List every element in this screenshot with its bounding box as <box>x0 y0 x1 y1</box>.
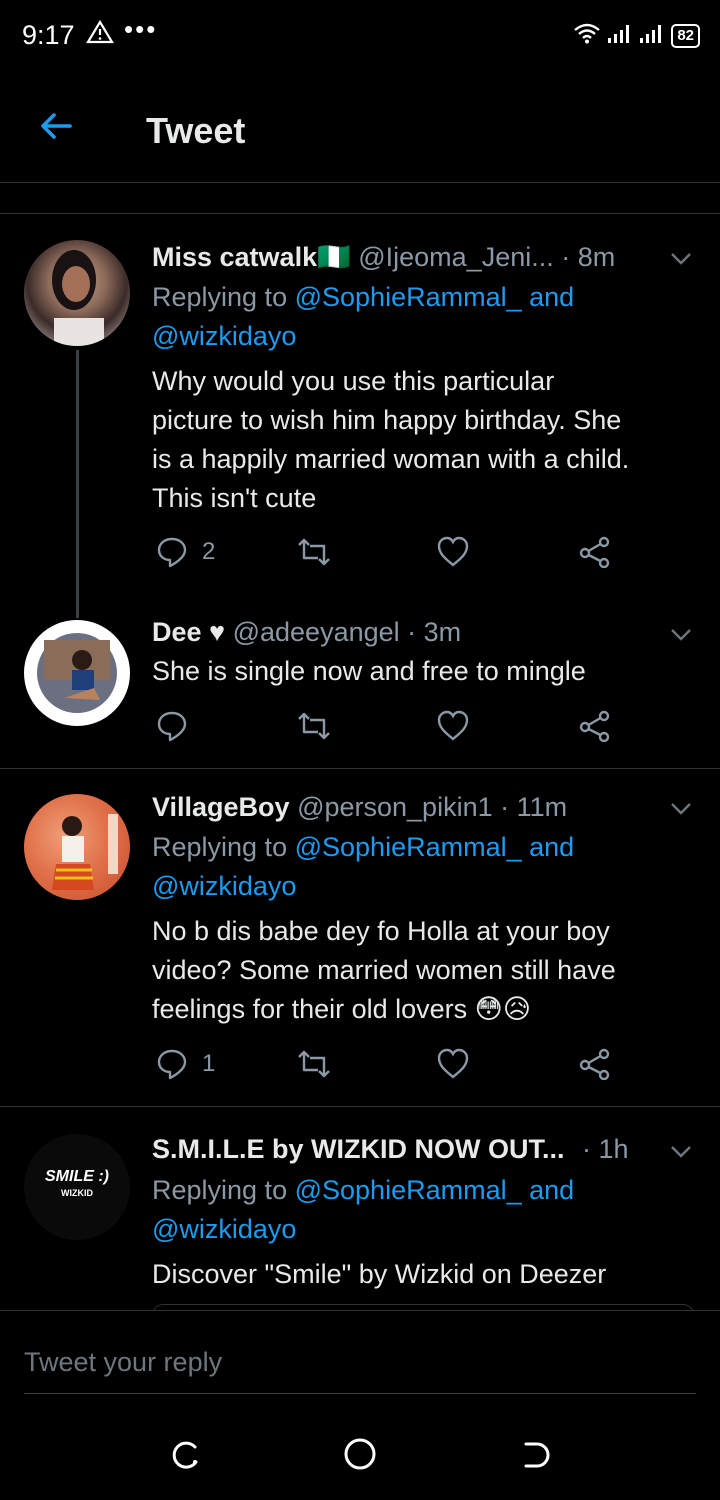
tweet-text-line: is a happily married woman with a child. <box>152 444 630 474</box>
tweet-text-line: Why would you use this particular <box>152 366 555 396</box>
tweet-text-line: picture to wish him happy birthday. She <box>152 405 622 435</box>
wifi-icon <box>573 22 601 49</box>
retweet-icon <box>298 712 330 740</box>
replying-to: Replying to @SophieRammal_ and <box>152 1175 575 1205</box>
thread-line <box>76 350 79 618</box>
reply-icon[interactable] <box>160 183 190 191</box>
retweet-icon <box>298 1050 330 1078</box>
reply-icon <box>157 1049 187 1080</box>
back-arrow-icon[interactable] <box>36 106 76 146</box>
display-name[interactable]: Miss catwalk <box>152 242 317 272</box>
divider <box>0 768 720 769</box>
reply-icon <box>157 537 187 568</box>
signal-icon <box>639 22 665 49</box>
display-name[interactable]: VillageBoy <box>152 792 290 822</box>
avatar[interactable]: SMILE :) WIZKID <box>24 1134 130 1240</box>
like-icon <box>437 1048 469 1079</box>
top-bar: Tweet <box>0 72 720 183</box>
mention-link[interactable]: @wizkidayo <box>152 321 296 351</box>
mention-link[interactable]: @wizkidayo <box>152 871 296 901</box>
reply-count: 1 <box>202 1050 216 1077</box>
status-time: 9:17 <box>22 20 75 50</box>
tweet-text-line: video? Some married women still have <box>152 955 616 985</box>
tweet-text-line: No b dis babe dey fo Holla at your boy <box>152 916 610 946</box>
like-icon[interactable] <box>440 183 470 191</box>
avatar[interactable] <box>24 794 130 900</box>
tweet-text-line: feelings for their old lovers 😳😥 <box>152 994 531 1024</box>
mention-link[interactable]: @SophieRammal_ <box>295 282 522 312</box>
tweet-text-line: This isn't cute <box>152 483 317 513</box>
reply-button[interactable]: 2 <box>156 536 215 568</box>
retweet-icon[interactable] <box>300 183 330 191</box>
tweet-header: Miss catwalk🇳🇬 @Ijeoma_Jeni... · 8m <box>152 238 692 277</box>
reply-underline <box>24 1393 696 1394</box>
reply-bar: Tweet your reply <box>0 1310 720 1421</box>
status-right: 82 <box>573 22 700 49</box>
like-button[interactable] <box>436 536 470 568</box>
home-icon[interactable] <box>342 1436 378 1472</box>
chevron-down-icon[interactable] <box>670 252 692 266</box>
username[interactable]: @adeeyangel <box>233 617 400 647</box>
reply-input[interactable]: Tweet your reply <box>24 1347 222 1378</box>
chevron-down-icon[interactable] <box>670 802 692 816</box>
tweet-header: S.M.I.L.E by WIZKID NOW OUT... · 1h <box>152 1130 692 1169</box>
like-button[interactable] <box>436 710 470 742</box>
share-icon[interactable] <box>586 183 616 191</box>
chevron-down-icon[interactable] <box>670 1145 692 1159</box>
tweet-actions <box>152 710 632 750</box>
replying-to: Replying to @SophieRammal_ and <box>152 282 575 312</box>
username[interactable]: @person_pikin1 <box>297 792 493 822</box>
tweet-text-line: She is single now and free to mingle <box>152 656 586 686</box>
tweet-header: Dee ♥ @adeeyangel · 3m <box>152 613 692 652</box>
signal-icon <box>607 22 633 49</box>
reply-button[interactable]: 1 <box>156 1048 215 1080</box>
share-button[interactable] <box>578 710 612 742</box>
timestamp: · 1h <box>582 1134 629 1164</box>
tweet-text-line: Discover "Smile" by Wizkid on Deezer <box>152 1259 607 1289</box>
warning-icon <box>86 19 114 49</box>
mention-link[interactable]: @SophieRammal_ <box>295 1175 522 1205</box>
more-notifications-icon: ••• <box>124 14 158 44</box>
timestamp: · 11m <box>500 792 568 822</box>
timestamp: · 3m <box>407 617 462 647</box>
chevron-down-icon[interactable] <box>670 628 692 642</box>
emoji: 😳😥 <box>474 994 531 1024</box>
share-icon <box>579 536 610 568</box>
tweet-actions: 2 <box>152 536 632 576</box>
recent-apps-icon[interactable] <box>168 1438 202 1472</box>
retweet-button[interactable] <box>296 1048 332 1080</box>
page-title: Tweet <box>146 110 246 151</box>
flag-icon: 🇳🇬 <box>317 242 351 272</box>
share-button[interactable] <box>578 1048 612 1080</box>
like-button[interactable] <box>436 1048 470 1080</box>
username[interactable]: @Ijeoma_Jeni... <box>358 242 554 272</box>
tweet-actions: 1 <box>152 1048 632 1088</box>
avatar[interactable] <box>24 240 130 346</box>
retweet-button[interactable] <box>296 710 332 742</box>
tweet-header: VillageBoy @person_pikin1 · 11m <box>152 788 692 827</box>
reply-count: 2 <box>202 538 216 565</box>
display-name[interactable]: S.M.I.L.E by WIZKID NOW OUT... <box>152 1134 565 1164</box>
retweet-icon <box>298 538 330 566</box>
like-icon <box>437 710 469 741</box>
avatar[interactable] <box>24 620 130 726</box>
battery-indicator: 82 <box>671 23 700 48</box>
mention-link[interactable]: @wizkidayo <box>152 1214 296 1244</box>
reply-button[interactable] <box>156 710 188 742</box>
divider <box>0 1106 720 1107</box>
reply-icon <box>157 711 187 742</box>
previous-tweet-actions <box>0 183 720 214</box>
mention-link[interactable]: @SophieRammal_ <box>295 832 522 862</box>
timestamp: · 8m <box>561 242 616 272</box>
retweet-button[interactable] <box>296 536 332 568</box>
like-icon <box>437 536 469 567</box>
replying-to: Replying to @SophieRammal_ and <box>152 832 575 862</box>
system-nav-bar <box>0 1420 720 1500</box>
back-nav-icon[interactable] <box>520 1438 554 1472</box>
share-icon <box>579 1048 610 1080</box>
status-bar: 9:17 ••• 82 <box>0 0 720 72</box>
display-name[interactable]: Dee ♥ <box>152 617 225 647</box>
share-icon <box>579 710 610 742</box>
share-button[interactable] <box>578 536 612 568</box>
